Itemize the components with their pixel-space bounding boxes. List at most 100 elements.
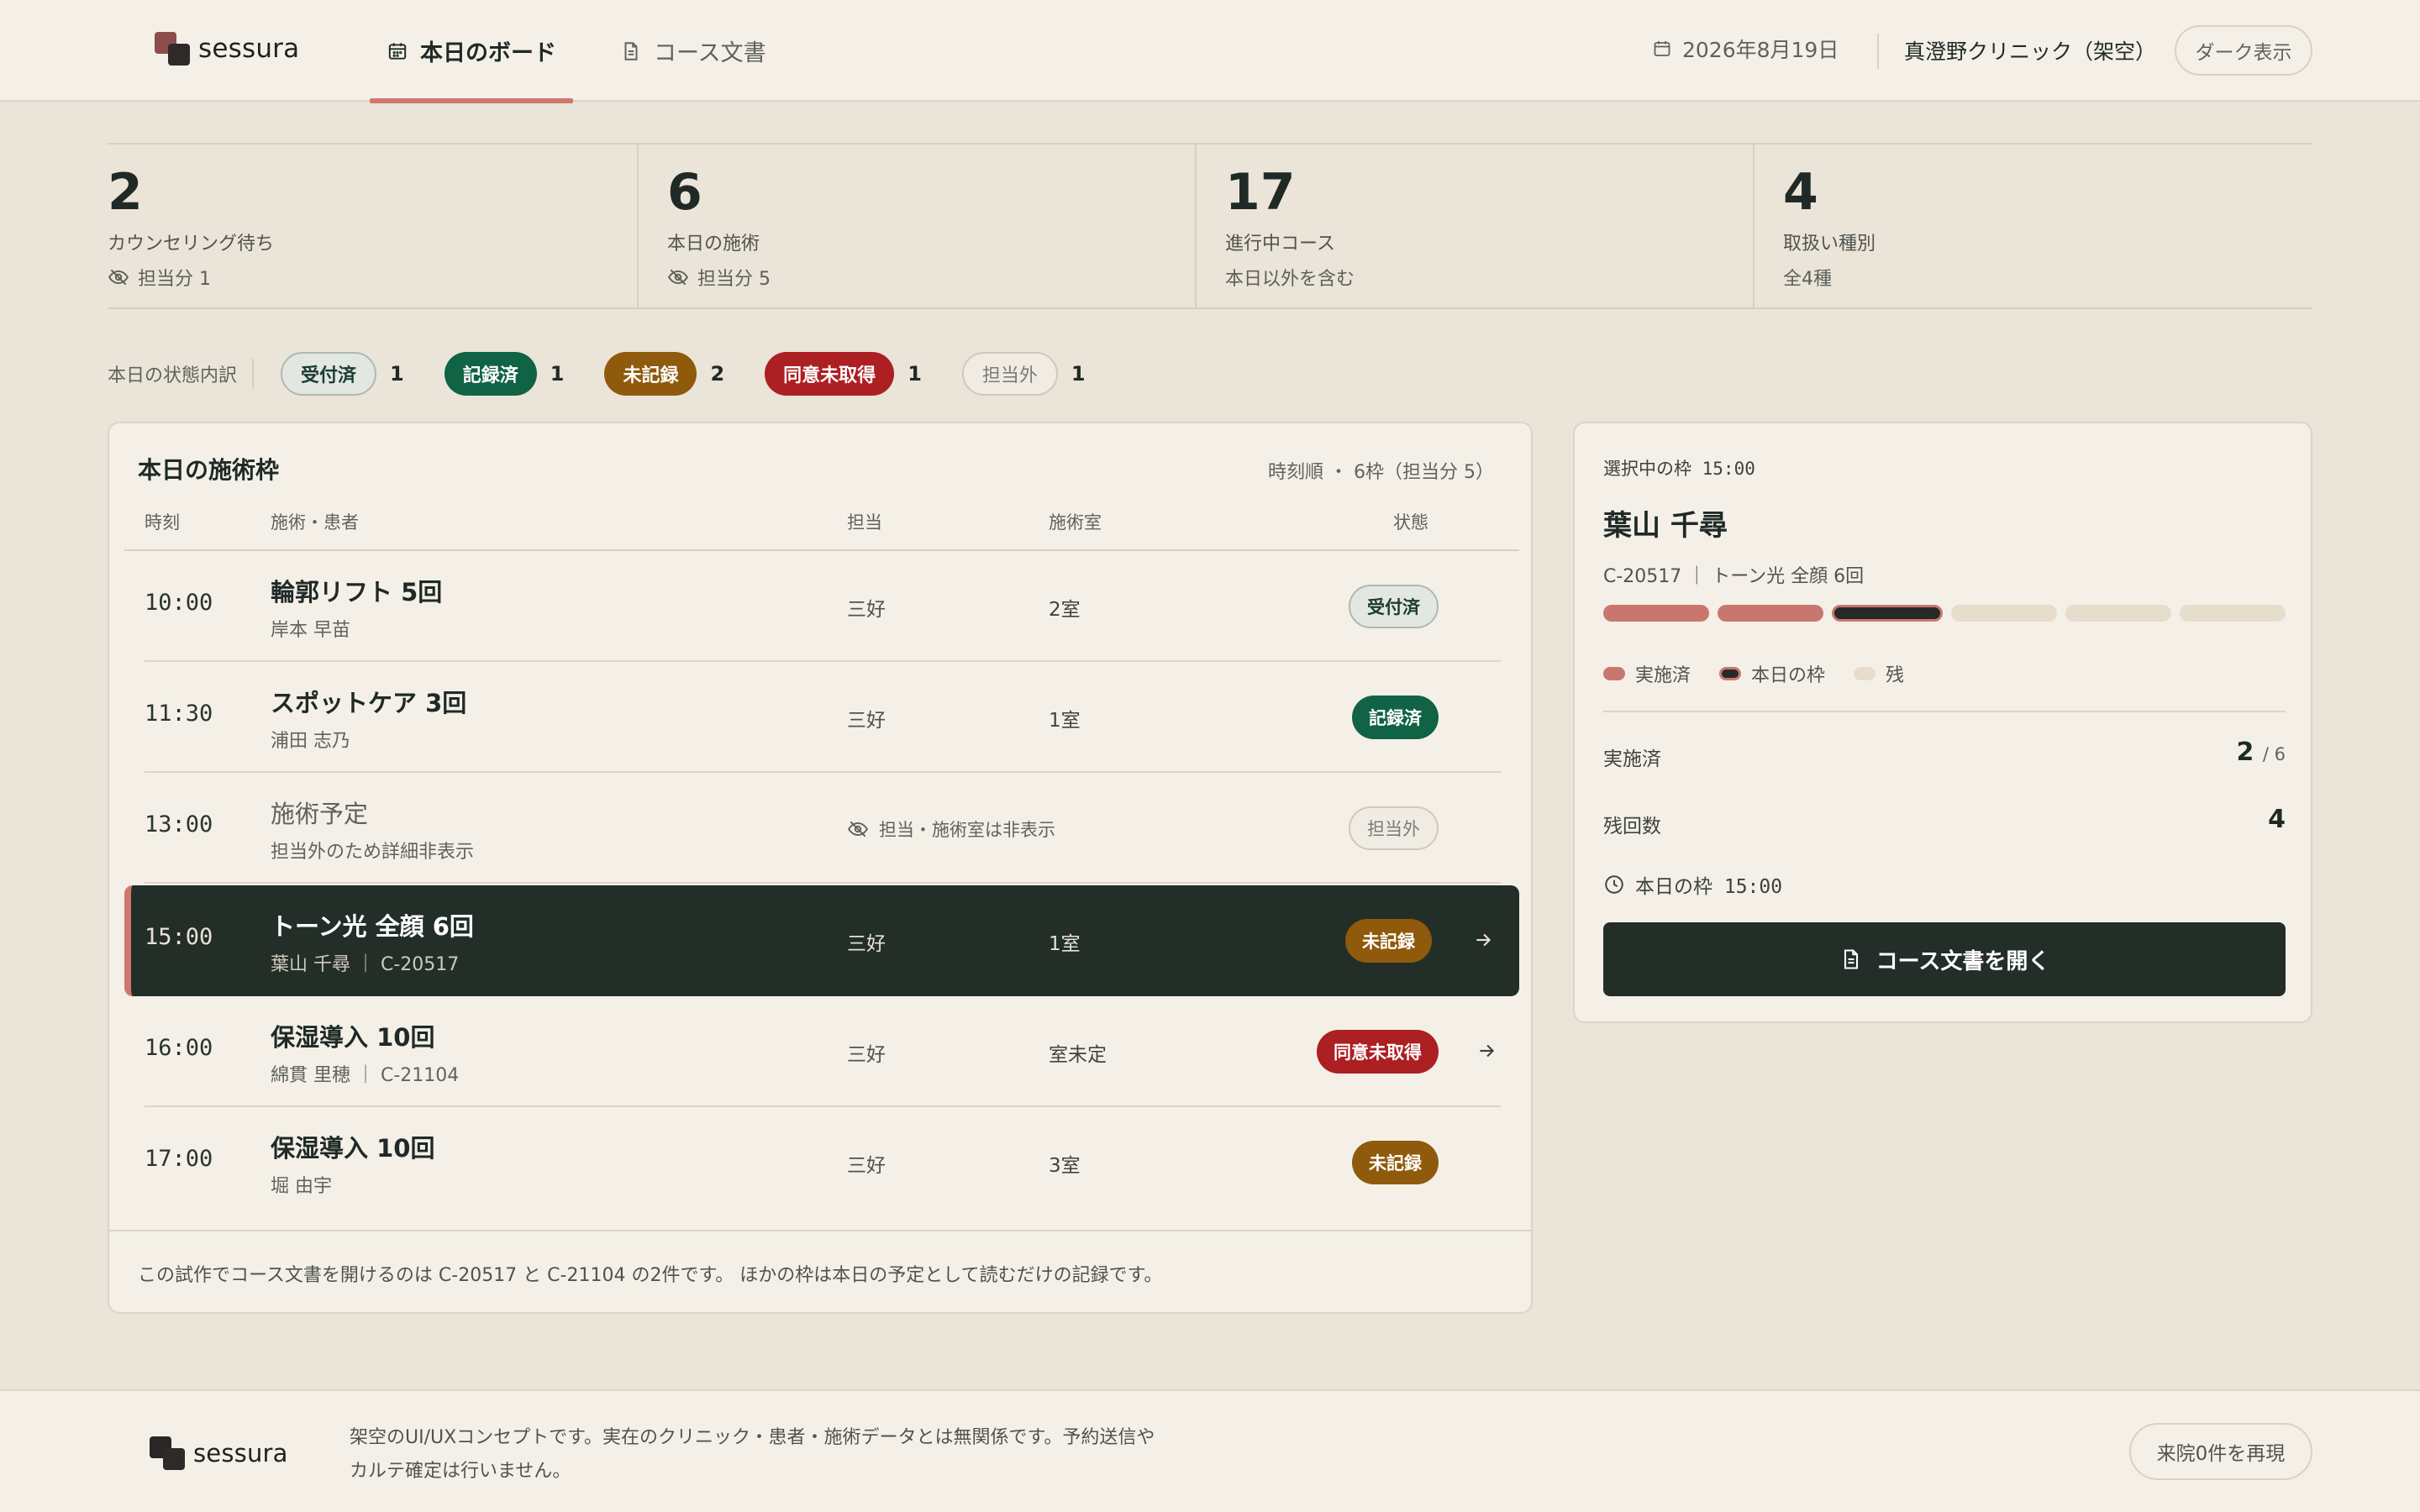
open-course-doc-button[interactable]: コース文書を開く <box>1603 922 2286 996</box>
row-state: 未記録 <box>1352 1141 1439 1184</box>
status-badge: 未記録 <box>1352 1141 1439 1184</box>
row-patient: 岸本 早苗 <box>271 620 350 641</box>
row-time: 17:00 <box>145 1146 213 1172</box>
legend-swatch <box>1603 667 1625 680</box>
footer-brand-logo: sessura <box>150 1436 288 1470</box>
status-summary-divider <box>252 359 255 389</box>
footer-brand-name: sessura <box>193 1439 288 1467</box>
status-chip-recorded[interactable]: 記録済 <box>444 352 537 396</box>
done-count-label: 実施済 <box>1603 748 1661 770</box>
progress-segment <box>1832 605 1943 622</box>
stat-sub-text: 担当分 5 <box>697 269 771 290</box>
schedule-card: 本日の施術枠 時刻順 ・ 6枠（担当分 5） 時刻 施術・患者 担当 施術室 状… <box>108 422 1533 1314</box>
status-badge: 記録済 <box>1352 696 1439 739</box>
row-time: 10:00 <box>145 590 213 616</box>
row-state: 受付済 <box>1349 585 1439 628</box>
schedule-row[interactable]: 13:00 施術予定 担当外のため詳細非表示 担当・施術室は非表示 担当外 <box>124 773 1519 884</box>
column-header-room: 施術室 <box>1049 512 1102 533</box>
eye-off-icon <box>848 821 868 837</box>
row-divider <box>145 882 1501 884</box>
stat-label: 取扱い種別 <box>1783 234 1876 255</box>
row-room: 1室 <box>1049 933 1081 955</box>
status-count-received: 1 <box>390 362 404 386</box>
footnote-divider <box>109 1230 1531 1231</box>
tab-course-docs[interactable]: コース文書 <box>620 0 766 102</box>
status-count-noconsent: 1 <box>908 362 922 386</box>
arrow-right-icon[interactable] <box>1472 929 1494 951</box>
status-count-outside: 1 <box>1071 362 1086 386</box>
legend-label: 残 <box>1886 665 1905 686</box>
clock-icon <box>1605 875 1623 894</box>
stat-label: 本日の施術 <box>667 234 760 255</box>
stat-sub: 本日以外を含む <box>1225 269 1355 290</box>
current-date: 2026年8月19日 <box>1652 34 1839 64</box>
row-patient: 担当外のため詳細非表示 <box>271 842 475 863</box>
schedule-row[interactable]: 11:30 スポットケア 3回 浦田 志乃 三好 1室 記録済 <box>124 662 1519 773</box>
row-state: 担当外 <box>1349 806 1439 850</box>
row-room: 3室 <box>1049 1155 1081 1177</box>
stat-value: 4 <box>1783 163 1818 222</box>
calendar-icon <box>388 42 407 60</box>
schedule-row[interactable]: 10:00 輪郭リフト 5回 岸本 早苗 三好 2室 受付済 <box>124 551 1519 662</box>
row-time: 11:30 <box>145 701 213 727</box>
stats-strip: 2 カウンセリング待ち 担当分 1 6 本日の施術 担当分 5 17 進行中コー… <box>108 143 2312 309</box>
current-date-text: 2026年8月19日 <box>1682 38 1839 62</box>
row-patient: 綿貫 里穂 ｜ C-21104 <box>271 1065 460 1086</box>
row-staff: 三好 <box>847 599 886 621</box>
row-state: 未記録 <box>1345 919 1432 963</box>
session-progress <box>1603 605 2286 622</box>
brand-logo[interactable]: sessura <box>155 32 299 66</box>
row-patient: 浦田 志乃 <box>271 731 350 752</box>
status-chip-received[interactable]: 受付済 <box>281 352 377 396</box>
calendar-icon <box>1654 41 1670 56</box>
row-treatment: トーン光 全顔 6回 <box>271 912 474 941</box>
status-summary: 本日の状態内訳 受付済 1 記録済 1 未記録 2 同意未取得 1 担当外 1 <box>108 351 1126 396</box>
schedule-row[interactable]: 16:00 保湿導入 10回 綿貫 里穂 ｜ C-21104 三好 室未定 同意… <box>124 996 1519 1107</box>
open-course-doc-label: コース文書を開く <box>1876 948 2050 974</box>
remaining-count-value: 4 <box>2268 805 2286 834</box>
stat-today-treatments: 6 本日の施術 担当分 5 <box>637 144 1195 307</box>
status-count-recorded: 1 <box>550 362 565 386</box>
replay-zero-visits-button[interactable]: 来院0件を再現 <box>2129 1423 2312 1480</box>
row-room: 室未定 <box>1049 1044 1107 1066</box>
done-count-value: 2 / 6 <box>2237 738 2286 767</box>
stat-value: 17 <box>1225 163 1296 222</box>
dark-mode-button[interactable]: ダーク表示 <box>2175 25 2312 76</box>
tab-course-docs-label: コース文書 <box>654 40 766 66</box>
stat-treatment-types: 4 取扱い種別 全4種 <box>1753 144 2312 307</box>
brand-name: sessura <box>198 34 300 64</box>
remaining-count-label: 残回数 <box>1603 816 1661 837</box>
progress-segment <box>2065 605 2171 622</box>
legend-label: 本日の枠 <box>1751 665 1826 686</box>
tab-today-board[interactable]: 本日のボード <box>370 0 573 103</box>
schedule-footnote: この試作でコース文書を開けるのは C-20517 と C-21104 の2件です… <box>138 1265 1163 1286</box>
schedule-row-selected[interactable]: 15:00 トーン光 全顔 6回 葉山 千尋 ｜ C-20517 三好 1室 未… <box>124 885 1519 996</box>
legend-today: 本日の枠 <box>1719 660 1825 687</box>
progress-legend: 実施済 本日の枠 残 <box>1603 660 1904 687</box>
status-badge: 受付済 <box>1349 585 1439 628</box>
status-badge: 未記録 <box>1345 919 1432 963</box>
stat-counseling-waiting: 2 カウンセリング待ち 担当分 1 <box>108 144 637 307</box>
stat-label: カウンセリング待ち <box>108 234 275 255</box>
stat-active-courses: 17 進行中コース 本日以外を含む <box>1195 144 1753 307</box>
row-staff: 三好 <box>847 933 886 955</box>
progress-segment <box>1603 605 1709 622</box>
today-slot: 本日の枠 15:00 <box>1603 870 1782 899</box>
status-chip-noconsent[interactable]: 同意未取得 <box>765 352 895 396</box>
eye-off-icon <box>108 269 129 286</box>
legend-done: 実施済 <box>1603 660 1691 687</box>
status-chip-unrecorded[interactable]: 未記録 <box>604 352 697 396</box>
row-time: 15:00 <box>145 924 213 950</box>
arrow-right-icon[interactable] <box>1476 1040 1497 1062</box>
done-count-total: / 6 <box>2262 744 2286 764</box>
done-count-row: 実施済 2 / 6 <box>1603 738 2286 771</box>
eye-off-icon <box>668 269 688 286</box>
done-count-number: 2 <box>2236 738 2254 767</box>
schedule-row[interactable]: 17:00 保湿導入 10回 堀 由宇 三好 3室 未記録 <box>124 1107 1519 1218</box>
selected-course-info: C-20517 ｜ トーン光 全顔 6回 <box>1603 566 1865 587</box>
brand-mark-icon <box>155 32 190 66</box>
stat-sub: 全4種 <box>1783 269 1832 290</box>
status-chip-outside[interactable]: 担当外 <box>961 352 1058 396</box>
row-time: 13:00 <box>145 811 213 837</box>
brand-mark-icon <box>150 1436 185 1470</box>
